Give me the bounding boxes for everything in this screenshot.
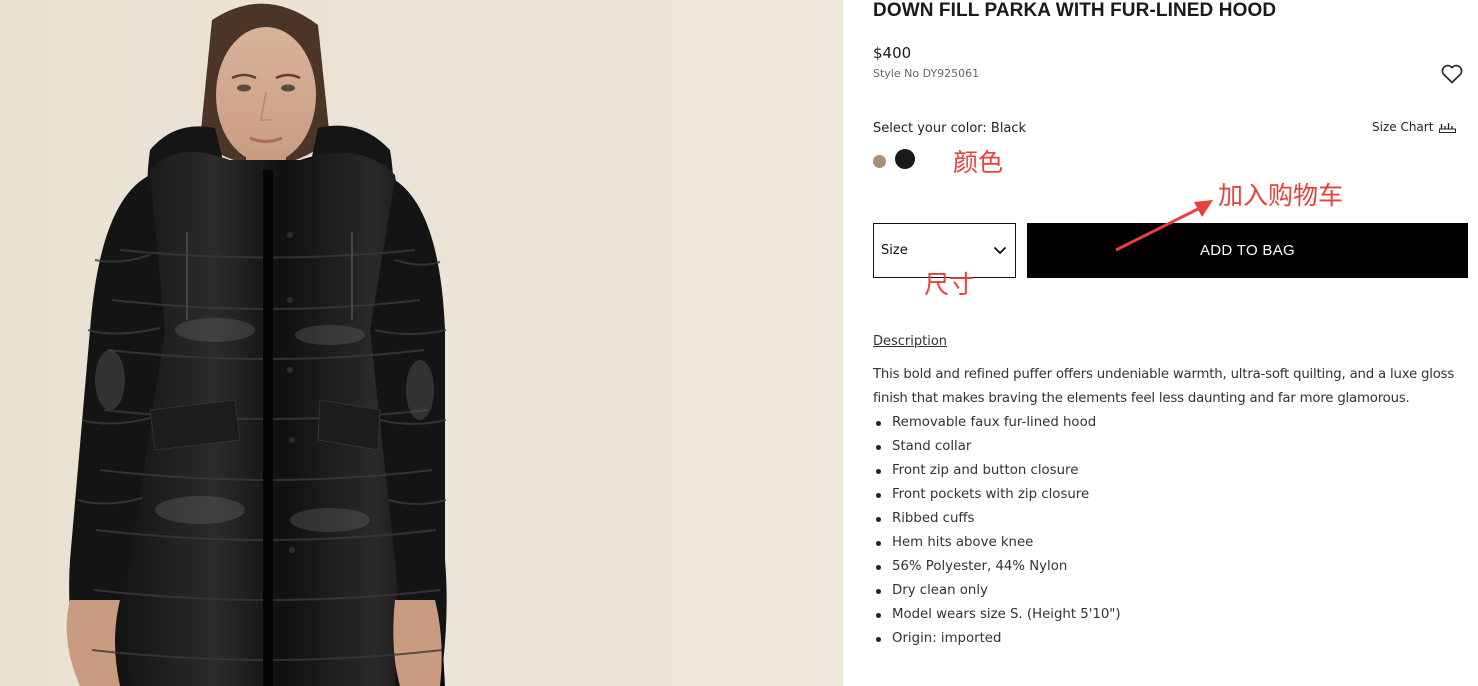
feature-item: Stand collar (873, 435, 1121, 459)
feature-item: Origin: imported (873, 627, 1121, 651)
feature-item: Hem hits above knee (873, 531, 1121, 555)
feature-item: Removable faux fur-lined hood (873, 411, 1121, 435)
color-label: Select your color: Black (873, 121, 1027, 136)
ruler-icon (1439, 123, 1457, 133)
annotation-arrow-icon (1115, 200, 1213, 252)
style-number-label: Style No (873, 67, 920, 80)
product-title: DOWN FILL PARKA WITH FUR-LINED HOOD (873, 0, 1277, 21)
product-details: DOWN FILL PARKA WITH FUR-LINED HOOD $400… (873, 0, 1468, 686)
feature-item: Front pockets with zip closure (873, 483, 1121, 507)
size-chart-label: Size Chart (1372, 120, 1434, 134)
annotation-add-to-cart: 加入购物车 (1218, 181, 1344, 210)
feature-item: Model wears size S. (Height 5'10") (873, 603, 1121, 627)
style-number: Style No DY925061 (873, 67, 979, 81)
model-photo-illustration (0, 0, 843, 686)
annotation-color: 颜色 (953, 148, 1004, 177)
description-tab[interactable]: Description (873, 334, 947, 349)
swatch-black[interactable] (895, 149, 915, 169)
product-price: $400 (873, 44, 912, 62)
add-to-bag-button[interactable]: ADD TO BAG (1027, 223, 1468, 278)
chevron-down-icon (993, 246, 1007, 255)
product-image[interactable] (0, 0, 843, 686)
description-text: This bold and refined puffer offers unde… (873, 367, 1455, 406)
wishlist-button[interactable] (1441, 64, 1463, 84)
feature-item: Ribbed cuffs (873, 507, 1121, 531)
size-chart-link[interactable]: Size Chart (1372, 120, 1457, 134)
style-number-value: DY925061 (922, 67, 980, 80)
color-swatches (873, 149, 915, 169)
size-dropdown-label: Size (881, 243, 908, 258)
feature-item: 56% Polyester, 44% Nylon (873, 555, 1121, 579)
swatch-camel[interactable] (873, 154, 886, 168)
feature-list: Removable faux fur-lined hood Stand coll… (873, 411, 1121, 651)
feature-item: Front zip and button closure (873, 459, 1121, 483)
feature-item: Dry clean only (873, 579, 1121, 603)
annotation-size: 尺寸 (924, 270, 975, 299)
heart-icon (1441, 64, 1463, 84)
